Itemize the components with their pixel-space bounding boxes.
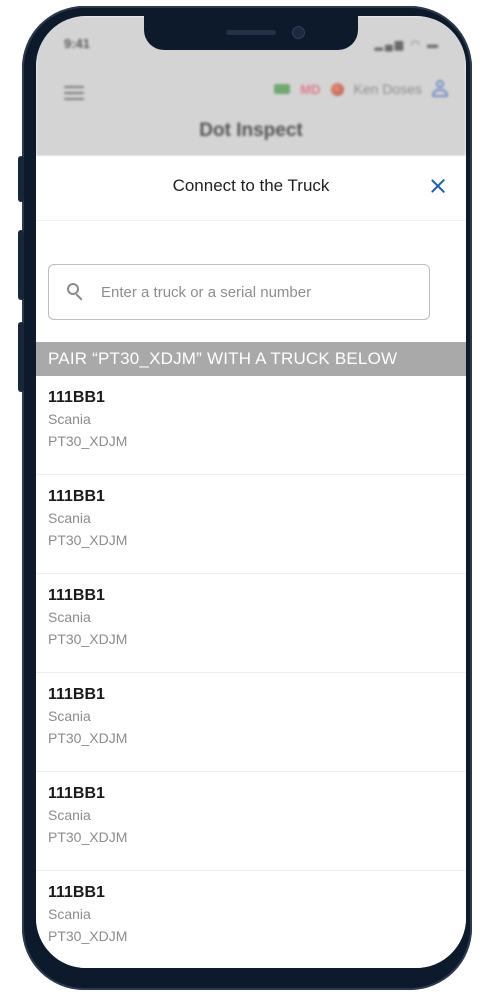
pair-section-label: PAIR “PT30_XDJM” WITH A TRUCK BELOW [36,342,466,376]
truck-row[interactable]: 111BB1 Scania PT30_XDJM [36,475,466,574]
volume-down-button [18,322,24,392]
truck-make: Scania [48,906,91,922]
truck-serial: PT30_XDJM [48,730,128,746]
truck-make: Scania [48,807,91,823]
status-icons: ▂▄▆ ◠ ▬ [375,38,440,51]
sheet-title: Connect to the Truck [172,176,330,195]
wifi-icon: ◠ [410,39,422,51]
search-input[interactable] [99,282,403,302]
sheet-header: Connect to the Truck [36,156,466,221]
truck-row[interactable]: 111BB1 Scania PT30_XDJM [36,871,466,968]
truck-make: Scania [48,510,91,526]
status-time: 9:41 [64,36,91,51]
md-badge: MD [300,81,321,97]
speaker [226,30,276,35]
truck-id: 111BB1 [48,884,105,901]
truck-list: 111BB1 Scania PT30_XDJM 111BB1 Scania PT… [36,376,466,968]
search-icon [67,283,85,301]
truck-serial: PT30_XDJM [48,433,128,449]
user-name: Ken Doses [353,81,422,97]
truck-id: 111BB1 [48,488,105,505]
search-box[interactable] [48,264,430,320]
truck-status-icon [274,84,291,94]
user-icon [432,80,448,98]
truck-make: Scania [48,609,91,625]
phone-screen: 9:41 ▂▄▆ ◠ ▬ MD Ken Doses Dot Inspect Co… [36,16,466,968]
truck-row[interactable]: 111BB1 Scania PT30_XDJM [36,574,466,673]
volume-up-button [18,230,24,300]
truck-make: Scania [48,411,91,427]
battery-icon: ▬ [427,39,440,51]
signal-icon: ▂▄▆ [374,39,406,51]
menu-icon [64,86,84,100]
truck-serial: PT30_XDJM [48,928,128,944]
truck-id: 111BB1 [48,785,105,802]
truck-row[interactable]: 111BB1 Scania PT30_XDJM [36,772,466,871]
camera-icon [292,26,305,39]
truck-id: 111BB1 [48,389,105,406]
flag-icon [330,82,344,96]
truck-id: 111BB1 [48,686,105,703]
truck-serial: PT30_XDJM [48,829,128,845]
truck-serial: PT30_XDJM [48,532,128,548]
notch [144,16,358,50]
truck-id: 111BB1 [48,587,105,604]
connect-truck-sheet: Connect to the Truck PAIR “PT30_XDJM” WI… [36,156,466,968]
header-status-group: MD Ken Doses [274,80,448,98]
truck-row[interactable]: 111BB1 Scania PT30_XDJM [36,376,466,475]
close-icon[interactable] [426,174,450,198]
app-title: Dot Inspect [199,120,303,141]
truck-serial: PT30_XDJM [48,631,128,647]
mute-switch [18,156,24,202]
truck-row[interactable]: 111BB1 Scania PT30_XDJM [36,673,466,772]
truck-make: Scania [48,708,91,724]
